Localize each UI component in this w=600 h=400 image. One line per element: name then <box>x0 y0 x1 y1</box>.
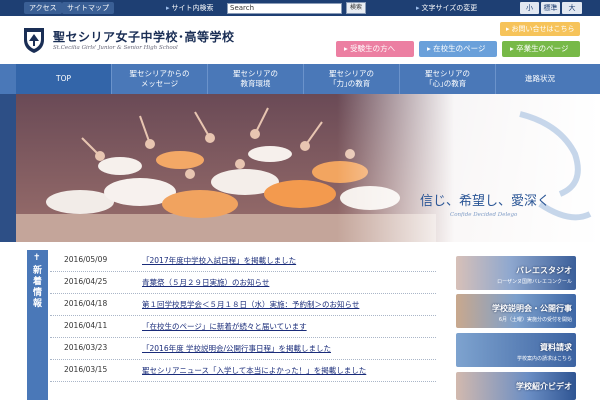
nav-item-power-education[interactable]: 聖セシリアの ｢力｣の教育 <box>304 64 400 94</box>
arrow-right-icon: ▸ <box>166 4 170 12</box>
news-date: 2016/05/09 <box>64 255 108 264</box>
nav-item-message[interactable]: 聖セシリアからの メッセージ <box>112 64 208 94</box>
news-list: 2016/05/09 「2017年度中学校入試日程」を掲載しました 2016/0… <box>50 250 436 382</box>
nav-item-top[interactable]: TOP <box>16 64 112 94</box>
banner-sublabel: ローザンヌ国際バレエコンクール <box>497 279 572 285</box>
current-students-button[interactable]: ▸ 在校生のページ <box>419 41 497 57</box>
search-input[interactable]: Search <box>227 3 342 14</box>
hero-banner: 信じ、希望し、愛深く Confide Decided Delego <box>0 94 600 242</box>
arrow-right-icon: ▸ <box>506 25 510 33</box>
font-size-large-button[interactable]: 大 <box>562 2 582 14</box>
sitemap-link[interactable]: サイトマップ <box>62 2 114 14</box>
news-link[interactable]: 第１回学校見学会＜５月１８日（水）実施：予約制＞のお知らせ <box>142 299 359 310</box>
font-size-small-button[interactable]: 小 <box>520 2 539 14</box>
news-link[interactable]: 「在校生のページ」に新着が続々と届いています <box>142 321 307 332</box>
hero-motto: Confide Decided Delego <box>450 212 518 218</box>
alumni-button[interactable]: ▸ 卒業生のページ <box>502 41 580 57</box>
font-size-standard-button[interactable]: 標準 <box>541 2 560 14</box>
nav-spacer <box>0 64 16 94</box>
news-item: 2016/05/09 「2017年度中学校入試日程」を掲載しました <box>50 250 436 272</box>
news-date: 2016/04/25 <box>64 277 108 286</box>
news-item: 2016/04/25 青葉祭（５月２９日実施）のお知らせ <box>50 272 436 294</box>
news-item: 2016/04/11 「在校生のページ」に新着が続々と届いています <box>50 316 436 338</box>
banner-label: 学校説明会・公開行事 <box>492 304 572 313</box>
access-link[interactable]: アクセス <box>24 2 62 14</box>
hero-tagline: 信じ、希望し、愛深く <box>420 194 551 209</box>
news-link[interactable]: 青葉祭（５月２９日実施）のお知らせ <box>142 277 269 288</box>
banner-sublabel: 学校案内の請求はこちら <box>516 356 572 362</box>
arrow-right-icon: ▸ <box>416 4 420 12</box>
school-video-banner[interactable]: 学校紹介ビデオ <box>456 372 576 400</box>
school-crest-icon[interactable] <box>22 26 46 54</box>
info-session-banner[interactable]: 学校説明会・公開行事 6月（土曜）実施分の受付を開始 <box>456 294 576 328</box>
news-date: 2016/03/23 <box>64 343 108 352</box>
news-date: 2016/04/11 <box>64 321 108 330</box>
main-nav: TOP 聖セシリアからの メッセージ 聖セシリアの 教育環境 聖セシリアの ｢力｣の教… <box>0 64 600 94</box>
news-item: 2016/03/23 「2016年度 学校説明会/公開行事日程」を掲載しました <box>50 338 436 360</box>
banner-label: 学校紹介ビデオ <box>516 382 572 391</box>
cross-icon: ✝ <box>33 253 41 263</box>
hero-image <box>16 94 600 242</box>
nav-item-career[interactable]: 進路状況 <box>496 64 584 94</box>
nav-spacer <box>584 64 600 94</box>
nav-item-environment[interactable]: 聖セシリアの 教育環境 <box>208 64 304 94</box>
search-button[interactable]: 検索 <box>346 2 366 14</box>
site-header: 聖セシリア女子中学校･高等学校 St.Cecilia Girls' Junior… <box>0 16 600 64</box>
news-date: 2016/04/18 <box>64 299 108 308</box>
contact-button[interactable]: ▸ お問い合せはこちら <box>500 22 580 36</box>
nav-item-heart-education[interactable]: 聖セシリアの ｢心｣の教育 <box>400 64 496 94</box>
news-link[interactable]: 「2016年度 学校説明会/公開行事日程」を掲載しました <box>142 343 331 354</box>
school-name[interactable]: 聖セシリア女子中学校･高等学校 <box>53 28 235 45</box>
school-name-en: St.Cecilia Girls' Junior & Senior High S… <box>53 45 178 51</box>
banner-label: 資料請求 <box>540 343 572 352</box>
prospective-students-button[interactable]: ▸ 受験生の方へ <box>336 41 414 57</box>
banner-label: バレエスタジオ <box>516 266 572 275</box>
utility-bar: アクセス サイトマップ ▸ サイト内検索 Search 検索 ▸ 文字サイズの変更 … <box>0 0 600 16</box>
news-heading: ✝ 新着情報 <box>27 250 48 400</box>
news-link[interactable]: 聖セシリアニュース「入学して本当によかった！」を掲載しました <box>142 365 366 376</box>
ballet-studio-banner[interactable]: バレエスタジオ ローザンヌ国際バレエコンクール <box>456 256 576 290</box>
font-size-label: ▸ 文字サイズの変更 <box>416 4 478 12</box>
news-heading-text: 新着情報 <box>32 266 42 309</box>
news-item: 2016/03/15 聖セシリアニュース「入学して本当によかった！」を掲載しまし… <box>50 360 436 382</box>
site-search-label: ▸ サイト内検索 <box>166 4 214 12</box>
news-item: 2016/04/18 第１回学校見学会＜５月１８日（水）実施：予約制＞のお知らせ <box>50 294 436 316</box>
news-link[interactable]: 「2017年度中学校入試日程」を掲載しました <box>142 255 296 266</box>
request-materials-banner[interactable]: 資料請求 学校案内の請求はこちら <box>456 333 576 367</box>
banner-sublabel: 6月（土曜）実施分の受付を開始 <box>498 317 572 323</box>
news-date: 2016/03/15 <box>64 365 108 374</box>
